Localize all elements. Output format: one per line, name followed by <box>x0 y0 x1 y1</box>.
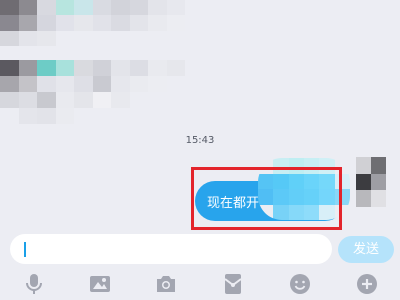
mosaic-cell <box>55 30 74 46</box>
mosaic-cell <box>74 0 93 16</box>
mosaic-cell <box>166 15 185 31</box>
mosaic-cell <box>0 60 19 76</box>
mosaic-cell <box>129 108 148 124</box>
mosaic-cell <box>148 60 167 76</box>
send-button[interactable]: 发送 <box>338 236 394 263</box>
mosaic-cell <box>74 30 93 46</box>
mosaic-cell <box>37 76 56 92</box>
mosaic-cell <box>166 0 185 16</box>
mosaic-cell <box>129 60 148 76</box>
mosaic-cell <box>18 108 37 124</box>
chat-toolbar <box>0 268 400 300</box>
mosaic-cell <box>55 76 74 92</box>
mosaic-cell <box>74 15 93 31</box>
mosaic-cell <box>92 92 111 108</box>
mosaic-cell <box>37 15 56 31</box>
mosaic-cell <box>356 190 371 207</box>
mosaic-cell <box>37 108 56 124</box>
mosaic-cell <box>0 92 19 108</box>
avatar[interactable] <box>356 157 386 207</box>
mosaic-cell <box>0 30 19 46</box>
mosaic-cell <box>18 92 37 108</box>
mosaic-cell <box>166 76 185 92</box>
mosaic-cell <box>74 108 93 124</box>
mosaic-cell <box>92 108 111 124</box>
mosaic-cell <box>55 0 74 16</box>
mosaic-cell <box>55 108 74 124</box>
text-cursor <box>24 242 26 257</box>
mosaic-cell <box>92 76 111 92</box>
mosaic-cell <box>148 108 167 124</box>
mosaic-cell <box>18 0 37 16</box>
mosaic-cell <box>371 190 386 207</box>
red-packet-icon[interactable] <box>221 272 245 296</box>
mosaic-cell <box>129 0 148 16</box>
mosaic-cell <box>92 15 111 31</box>
mosaic-cell <box>129 92 148 108</box>
mosaic-cell <box>166 92 185 108</box>
mosaic-cell <box>0 108 19 124</box>
camera-icon[interactable] <box>154 272 178 296</box>
mosaic-cell <box>111 0 130 16</box>
mosaic-cell <box>55 92 74 108</box>
mosaic-cell <box>111 92 130 108</box>
incoming-message-pixelated <box>0 60 185 124</box>
mosaic-cell <box>166 30 185 46</box>
mosaic-cell <box>148 92 167 108</box>
mosaic-cell <box>356 157 371 174</box>
mosaic-cell <box>74 76 93 92</box>
mosaic-cell <box>37 30 56 46</box>
mosaic-cell <box>371 157 386 174</box>
mosaic-cell <box>111 15 130 31</box>
mosaic-cell <box>148 15 167 31</box>
message-timestamp: 15:43 <box>185 135 215 146</box>
microphone-icon[interactable] <box>22 272 46 296</box>
mosaic-cell <box>37 60 56 76</box>
highlight-annotation-box <box>191 167 342 230</box>
mosaic-cell <box>111 108 130 124</box>
mosaic-cell <box>74 60 93 76</box>
mosaic-cell <box>18 15 37 31</box>
mosaic-cell <box>0 15 19 31</box>
mosaic-cell <box>18 30 37 46</box>
incoming-message-pixelated <box>0 0 185 46</box>
emoji-icon[interactable] <box>288 272 312 296</box>
mosaic-cell <box>18 60 37 76</box>
mosaic-cell <box>148 30 167 46</box>
mosaic-cell <box>166 60 185 76</box>
mosaic-cell <box>92 60 111 76</box>
image-icon[interactable] <box>88 272 112 296</box>
mosaic-cell <box>92 30 111 46</box>
mosaic-cell <box>166 108 185 124</box>
mosaic-cell <box>37 0 56 16</box>
mosaic-cell <box>129 30 148 46</box>
mosaic-cell <box>55 60 74 76</box>
mosaic-cell <box>92 0 111 16</box>
mosaic-cell <box>129 76 148 92</box>
mosaic-cell <box>356 173 371 191</box>
mosaic-cell <box>129 15 148 31</box>
mosaic-cell <box>37 92 56 108</box>
message-input-container[interactable] <box>10 234 334 264</box>
mosaic-cell <box>111 60 130 76</box>
mosaic-cell <box>371 173 386 191</box>
message-input[interactable] <box>10 234 334 264</box>
mosaic-cell <box>111 30 130 46</box>
mosaic-cell <box>111 76 130 92</box>
mosaic-cell <box>74 92 93 108</box>
plus-icon[interactable] <box>355 272 379 296</box>
mosaic-cell <box>18 76 37 92</box>
mosaic-cell <box>0 76 19 92</box>
mosaic-cell <box>148 0 167 16</box>
mosaic-cell <box>55 15 74 31</box>
mosaic-cell <box>148 76 167 92</box>
mosaic-cell <box>0 0 19 16</box>
